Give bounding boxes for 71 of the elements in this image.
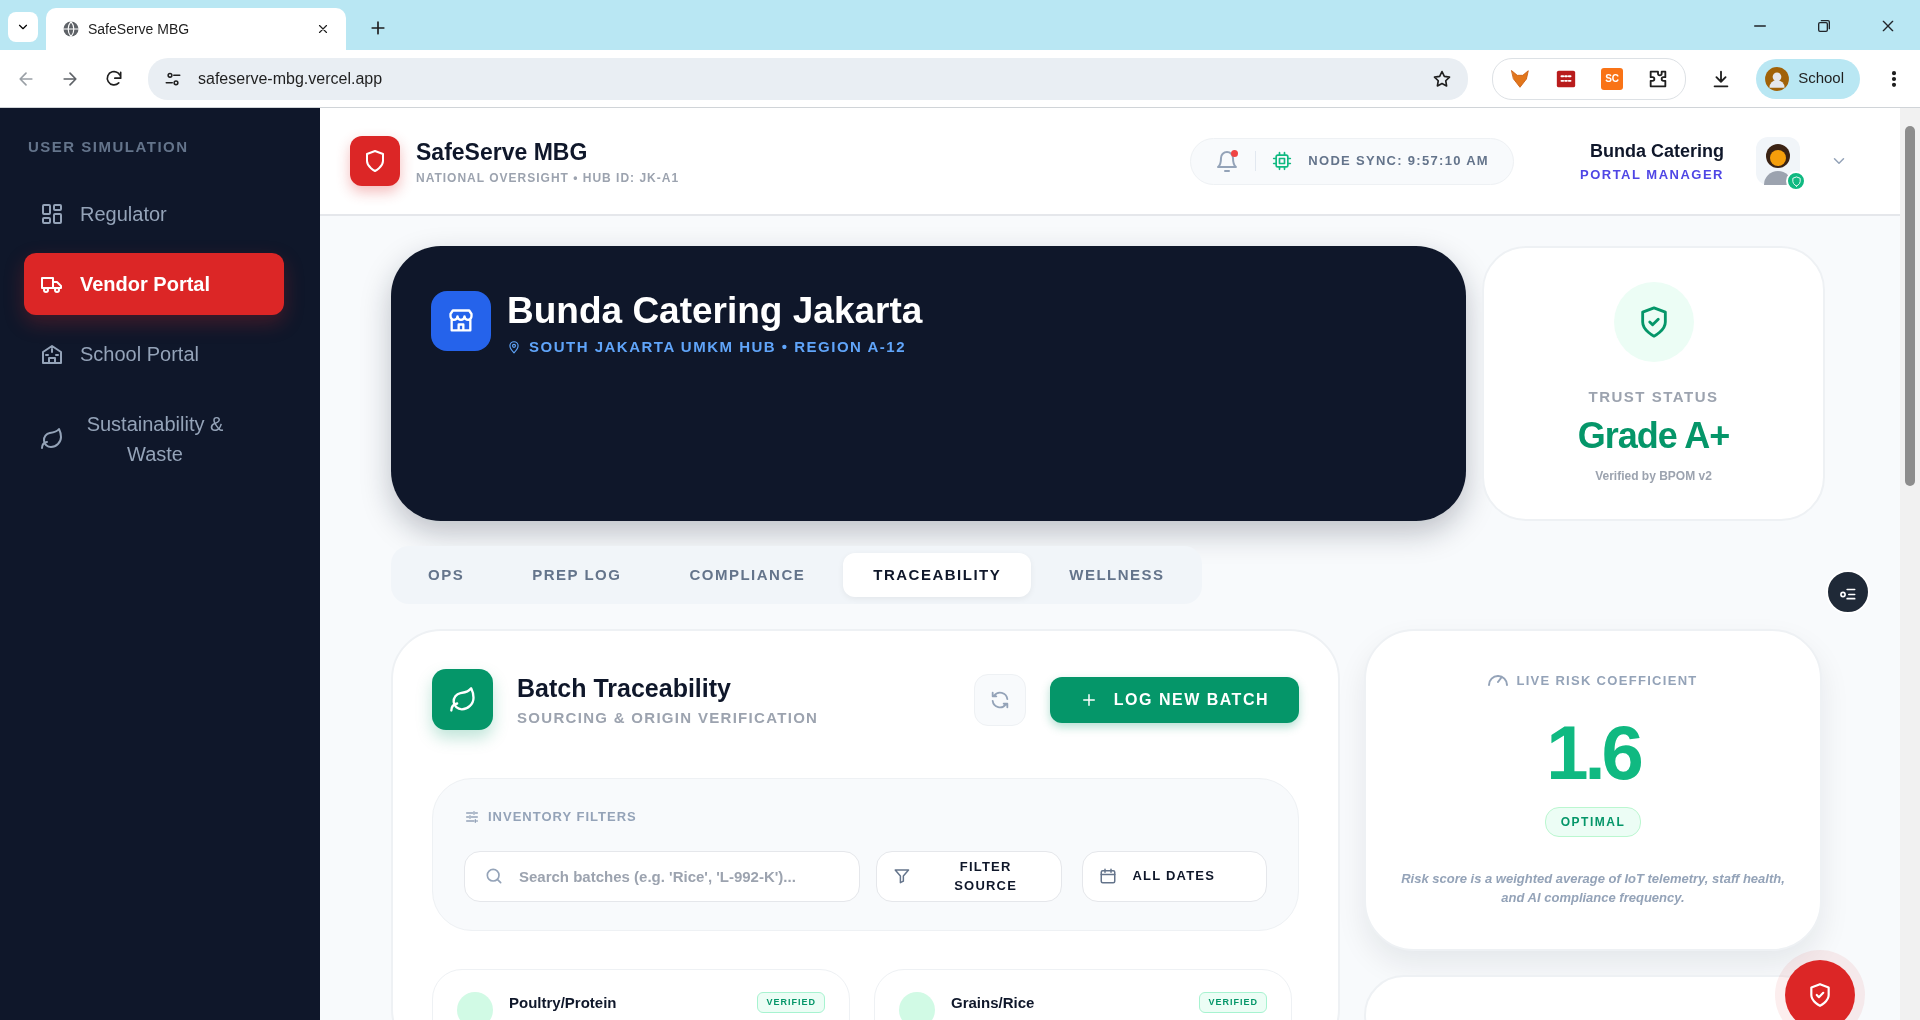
search-field[interactable]: Search batches (e.g. 'Rice', 'L-992-K')...: [464, 850, 860, 902]
shield-icon: [1790, 175, 1802, 187]
avatar-icon: [1764, 65, 1791, 92]
filters-label: INVENTORY FILTERS: [488, 808, 637, 826]
status-tag: OPTIMAL: [1544, 806, 1642, 837]
close-icon[interactable]: [316, 22, 330, 36]
restore-icon[interactable]: [1816, 18, 1832, 34]
star-icon[interactable]: [1432, 68, 1453, 89]
category-badge: [457, 991, 493, 1020]
batch-card[interactable]: Poultry/Protein VERIFIED: [432, 968, 850, 1020]
hub-location: SOUTH JAKARTA UMKM HUB • REGION A-12: [529, 336, 907, 357]
sidebar-item[interactable]: Sustainability & Waste: [24, 392, 284, 485]
grid-icon: [40, 201, 64, 226]
trust-note: Verified by BPOM v2: [1595, 467, 1712, 485]
category-badge: [899, 991, 935, 1020]
app-subtitle: NATIONAL OVERSIGHT • HUB ID: JK-A1: [416, 170, 680, 188]
notification-button[interactable]: [1215, 149, 1240, 173]
shield-check-icon: [1807, 982, 1833, 1008]
risk-note: Risk score is a weighted average of IoT telemetry, staff health, and AI compliance frequency.: [1400, 869, 1786, 907]
profile-name: School: [1798, 68, 1845, 89]
tab[interactable]: COMPLIANCE: [659, 553, 836, 597]
bell-icon: [1215, 149, 1240, 174]
globe-icon: [62, 20, 80, 38]
chip-icon: [1272, 151, 1293, 171]
risk-label: LIVE RISK COEFFICIENT: [1516, 672, 1698, 690]
tab[interactable]: OPS: [398, 553, 495, 597]
sidebar-item[interactable]: Vendor Portal: [24, 252, 284, 315]
log-batch-button[interactable]: LOG NEW BATCH: [1049, 676, 1299, 723]
tab[interactable]: PREP LOG: [502, 553, 652, 597]
sliders-icon: [464, 808, 480, 825]
batch-category: Grains/Rice: [951, 992, 1036, 1013]
panel-subtitle: SOURCING & ORIGIN VERIFICATION: [517, 708, 819, 728]
status-tag: VERIFIED: [1199, 991, 1267, 1013]
panel-title: Batch Traceability: [517, 672, 732, 704]
gauge-icon: [1488, 675, 1509, 687]
user-role: PORTAL MANAGER: [1579, 165, 1724, 184]
calendar-icon: [1098, 867, 1117, 885]
trust-grade: Grade A+: [1577, 413, 1730, 458]
user-name: Bunda Catering: [1590, 139, 1724, 163]
batch-category: Poultry/Protein: [509, 992, 618, 1013]
safety-button[interactable]: [1785, 960, 1855, 1020]
filter-source-button[interactable]: FILTER SOURCE: [876, 850, 1062, 902]
sync-status: NODE SYNC: 9:57:10 AM: [1308, 152, 1489, 171]
profile-button[interactable]: School: [1756, 58, 1860, 99]
trust-label: TRUST STATUS: [1588, 387, 1719, 408]
app-title: SafeServe MBG: [416, 137, 589, 167]
leaf-icon: [448, 685, 477, 714]
vendor-title: Bunda Catering Jakarta: [507, 291, 923, 332]
funnel-icon: [893, 867, 911, 885]
close-icon[interactable]: [1880, 18, 1896, 34]
fox-icon[interactable]: [1509, 67, 1532, 90]
tab[interactable]: TRACEABILITY: [843, 553, 1032, 597]
pin-icon: [507, 339, 521, 354]
risk-score: 1.6: [1546, 714, 1640, 791]
sidebar-heading: USER SIMULATION: [27, 137, 190, 157]
store-icon: [447, 307, 475, 335]
shield-icon: [363, 149, 387, 173]
reload-icon[interactable]: [104, 68, 124, 89]
tab-title: SafeServe MBG: [88, 19, 191, 39]
leaf-icon: [40, 426, 64, 451]
tools-button[interactable]: [1826, 570, 1870, 614]
address-bar[interactable]: safeserve-mbg.vercel.app: [148, 57, 1469, 100]
url-text: safeserve-mbg.vercel.app: [198, 68, 384, 89]
batch-card[interactable]: Grains/Rice VERIFIED: [874, 968, 1292, 1020]
browser-tab[interactable]: SafeServe MBG: [46, 8, 346, 50]
scrollbar[interactable]: [1900, 108, 1920, 1020]
sidebar-item[interactable]: Regulator: [24, 182, 284, 245]
sidebar-item[interactable]: School Portal: [24, 322, 284, 385]
date-filter-button[interactable]: ALL DATES: [1081, 850, 1267, 902]
tab[interactable]: WELLNESS: [1039, 553, 1195, 597]
status-tag: VERIFIED: [757, 991, 825, 1013]
